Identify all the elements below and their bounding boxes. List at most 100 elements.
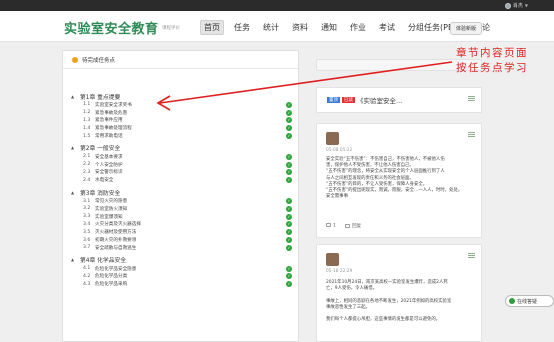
nav-item[interactable]: 作业 (347, 21, 369, 34)
collapse-icon[interactable]: ▲ (71, 190, 77, 195)
section-number: 2.4 (83, 177, 91, 183)
section-item[interactable]: 4.3 危险化学品采购 ✓ (71, 280, 297, 288)
course-evaluation-link[interactable]: 课程评价 (162, 25, 180, 31)
discussion-post: 05-08 05:22 安全实验“五不伤害”：不伤害自己，不伤害他人，不被他人伤… (316, 123, 482, 238)
section-item[interactable]: 3.6 初期火灾的扑救要领 ✓ (71, 236, 297, 244)
section-number: 1.4 (83, 125, 91, 131)
section-item[interactable]: 1.2 紧急事故及危害 ✓ (71, 109, 297, 117)
task-panel-header: 待完成任务点 (63, 51, 298, 69)
section-label: 灭火器材及使用方法 (95, 230, 137, 236)
section-number: 2.2 (83, 162, 91, 168)
section-item[interactable]: 2.1 安全基本要求 ✓ (71, 153, 297, 161)
section-item[interactable]: 3.4 火灾分类及灭火器选择 ✓ (71, 221, 297, 229)
chapter-item[interactable]: ▲ 第4章 化学品安全 (71, 255, 297, 265)
chapter-item[interactable]: ▲ 第2章 一般安全 (71, 143, 297, 153)
section-item[interactable]: 1.1 实验室安全求奖书 ✓ (71, 101, 297, 109)
section-item[interactable]: 3.2 实验室防火须知 ✓ (71, 205, 297, 213)
chevron-down-icon[interactable]: ▼ (525, 3, 528, 8)
section-label: 个人安全防护 (95, 162, 123, 168)
section-item[interactable]: 3.1 常见火灾的隐患 ✓ (71, 197, 297, 205)
collapse-icon[interactable]: ▲ (71, 145, 77, 150)
section-item[interactable]: 1.4 紧急事故处理流程 ✓ (71, 124, 297, 132)
chat-icon (509, 298, 515, 304)
section-label: 危险化学品分类 (95, 274, 128, 280)
menu-icon[interactable] (468, 132, 475, 137)
section-item[interactable]: 2.3 安全警示标识 ✓ (71, 169, 297, 177)
course-logo[interactable]: 实验室安全教育 (64, 18, 159, 37)
section-label: 紧急事件应用 (95, 118, 123, 124)
chapter-label: 第1章 重点提要 (80, 94, 121, 101)
nav-item[interactable]: 通知 (318, 21, 340, 34)
top-bar: 肖杰 ▼ (0, 0, 554, 11)
section-label: 实验室爆须知 (95, 214, 123, 220)
section-item[interactable]: 3.5 灭火器材及使用方法 ✓ (71, 228, 297, 236)
post-line: 事故上，相同的悲剧在各地不断发生，2021年例如的高校实验室 (326, 298, 452, 304)
chapter-label: 第2章 一般安全 (80, 146, 121, 153)
section-item[interactable]: 4.2 危险化学品分类 ✓ (71, 273, 297, 281)
check-icon: ✓ (286, 132, 292, 139)
annotation-text: 章节内容页面 按任务点学习 (456, 46, 528, 76)
nav-item[interactable]: 首页 (200, 20, 224, 35)
post-date: 05-08 05:22 (326, 148, 353, 153)
section-number: 4.3 (83, 281, 91, 287)
check-icon: ✓ (286, 236, 292, 243)
section-label: 安全警示标识 (95, 170, 123, 176)
section-label: 火灾分类及灭火器选择 (95, 222, 141, 228)
section-item[interactable]: 3.3 实验室爆须知 ✓ (71, 213, 297, 221)
section-label: 危险化学品采购 (95, 282, 128, 288)
nav-item[interactable]: 资料 (289, 21, 311, 34)
section-item[interactable]: 1.3 紧急事件应用 ✓ (71, 117, 297, 125)
post-body: 2021年10月24日，南京某高校一实验室发生爆炸，造成2人死 亡，9人受伤，令人… (326, 280, 451, 323)
status-dot-icon (72, 56, 78, 63)
post-body: 安全实验“五不伤害”：不伤害自己，不伤害他人，不被他人伤 害，保护他人不受伤害，不… (326, 157, 462, 200)
try-new-version-button[interactable]: 体验新版 (450, 22, 483, 35)
section-number: 3.7 (83, 245, 91, 251)
collapse-icon[interactable]: ▲ (71, 257, 77, 262)
pinned-card[interactable]: 置顶 已读 《实验室安全... (316, 87, 482, 113)
like-button[interactable]: 1 (326, 223, 336, 229)
check-icon: ✓ (286, 153, 292, 160)
chapter-item[interactable]: ▲ 第1章 重点提要 (71, 91, 297, 101)
section-number: 3.3 (83, 214, 91, 220)
read-badge: 已读 (342, 97, 355, 103)
section-number: 3.2 (83, 206, 91, 212)
section-label: 常见火灾的隐患 (95, 199, 128, 205)
chapter-label: 第3章 消防安全 (80, 190, 121, 197)
pinned-card-title[interactable]: 《实验室安全... (357, 95, 402, 105)
username[interactable]: 肖杰 (513, 2, 523, 9)
task-panel-title: 待完成任务点 (82, 57, 116, 64)
site-header: 实验室安全教育 课程评价 首页 任务 统计 资料 通知 作业 考试 分组任务(PBL) 讨论 体… (0, 11, 554, 42)
pinned-badge: 置顶 (327, 97, 340, 103)
chapter-tree: ▲ 第1章 重点提要 1.1 实验室安全求奖书 ✓ 1.2 紧急事故及危害 ✓ 1.3 紧急事件应… (71, 91, 297, 288)
user-avatar[interactable] (504, 2, 511, 9)
thumb-up-icon (326, 223, 331, 227)
section-item[interactable]: 3.7 安全疏散与自救逃生 ✓ (71, 244, 297, 252)
section-item[interactable]: 4.1 危险化学品安全隐患 ✓ (71, 265, 297, 273)
online-qa-button[interactable]: 在线答疑 (505, 295, 554, 307)
nav-item[interactable]: 任务 (231, 21, 253, 34)
section-label: 安全基本要求 (95, 154, 123, 160)
check-icon: ✓ (286, 101, 292, 108)
collapse-icon[interactable]: ▲ (71, 94, 77, 99)
user-menu[interactable]: 肖杰 ▼ (504, 2, 528, 9)
section-number: 1.1 (83, 102, 91, 108)
section-label: 实验室安全求奖书 (95, 102, 132, 108)
avatar (326, 132, 339, 145)
nav-item[interactable]: 考试 (376, 21, 398, 34)
section-number: 3.5 (83, 229, 91, 235)
section-label: 安全疏散与自救逃生 (95, 245, 137, 251)
section-item[interactable]: 2.2 个人安全防护 ✓ (71, 161, 297, 169)
reply-button[interactable]: 回复 (344, 223, 361, 229)
check-icon: ✓ (286, 205, 292, 212)
menu-icon[interactable] (468, 253, 475, 258)
check-icon: ✓ (286, 265, 292, 272)
section-number: 2.3 (83, 169, 91, 175)
section-label: 紧急事故及危害 (95, 110, 128, 116)
section-item[interactable]: 1.5 常用求助电话 ✓ (71, 132, 297, 140)
section-item[interactable]: 2.4 水电安全 ✓ (71, 176, 297, 184)
section-number: 1.2 (83, 110, 91, 116)
chapter-item[interactable]: ▲ 第3章 消防安全 (71, 187, 297, 197)
post-date: 05-18 22:29 (326, 269, 353, 274)
menu-icon[interactable] (468, 96, 475, 101)
nav-item[interactable]: 统计 (260, 21, 282, 34)
